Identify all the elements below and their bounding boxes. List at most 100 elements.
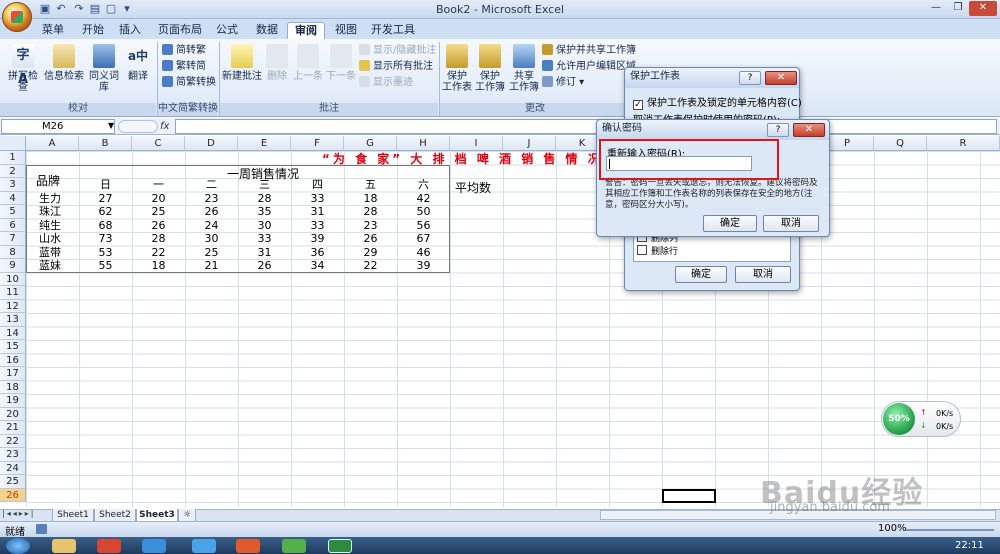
- office-button[interactable]: [2, 2, 32, 32]
- chrome-taskbar-icon[interactable]: [236, 539, 260, 553]
- row-header-20[interactable]: 20: [0, 407, 26, 421]
- open-icon[interactable]: ▤: [88, 2, 102, 16]
- row-header-18[interactable]: 18: [0, 380, 26, 394]
- show-all-comments-button[interactable]: 显示所有批注: [359, 60, 433, 74]
- thesaurus-button[interactable]: 同义词库: [85, 44, 123, 96]
- protect-cancel-button[interactable]: 取消: [735, 266, 791, 283]
- confirm-ok-button[interactable]: 确定: [703, 215, 757, 232]
- active-cell[interactable]: [662, 489, 716, 503]
- column-header-h[interactable]: H: [397, 136, 450, 151]
- zoom-level[interactable]: 100%: [878, 523, 907, 534]
- track-changes-button[interactable]: 修订 ▾: [542, 76, 584, 90]
- row-header-22[interactable]: 22: [0, 434, 26, 448]
- macro-record-icon[interactable]: [36, 524, 47, 534]
- row-header-3[interactable]: 3: [0, 178, 26, 192]
- protect-dialog-help-button[interactable]: ?: [739, 71, 761, 85]
- tab-page-layout[interactable]: 页面布局: [155, 22, 205, 39]
- spell-check-button[interactable]: 字A 拼写检查: [4, 44, 42, 96]
- tab-view[interactable]: 视图: [331, 22, 361, 39]
- tab-developer[interactable]: 开发工具: [368, 22, 418, 39]
- tab-formulas[interactable]: 公式: [212, 22, 242, 39]
- row-header-14[interactable]: 14: [0, 326, 26, 340]
- undo-icon[interactable]: ↶: [54, 2, 68, 16]
- row-header-24[interactable]: 24: [0, 461, 26, 475]
- delete-comment-button[interactable]: 删除: [263, 44, 291, 96]
- row-header-8[interactable]: 8: [0, 245, 26, 259]
- app2-taskbar-icon[interactable]: [282, 539, 306, 553]
- row-header-21[interactable]: 21: [0, 421, 26, 435]
- zoom-slider[interactable]: [906, 529, 994, 531]
- row-header-16[interactable]: 16: [0, 353, 26, 367]
- column-header-d[interactable]: D: [185, 136, 238, 151]
- next-comment-button[interactable]: 下一条: [325, 44, 357, 96]
- redo-icon[interactable]: ↷: [72, 2, 86, 16]
- column-header-r[interactable]: R: [927, 136, 1000, 151]
- tab-menu[interactable]: 菜单: [38, 22, 68, 39]
- name-box-dropdown-icon[interactable]: ▼: [108, 121, 114, 130]
- row-header-9[interactable]: 9: [0, 259, 26, 273]
- column-header-b[interactable]: B: [79, 136, 132, 151]
- name-box[interactable]: M26: [1, 119, 115, 134]
- app-taskbar-icon[interactable]: [192, 539, 216, 553]
- allow-edit-ranges-button[interactable]: 允许用户编辑区域: [542, 60, 636, 74]
- row-header-6[interactable]: 6: [0, 218, 26, 232]
- prev-comment-button[interactable]: 上一条: [292, 44, 324, 96]
- protect-share-button[interactable]: 保护并共享工作簿: [542, 44, 636, 58]
- formula-input[interactable]: [175, 119, 997, 134]
- row-header-12[interactable]: 12: [0, 299, 26, 313]
- explorer-taskbar-icon[interactable]: [52, 539, 76, 553]
- row-header-26[interactable]: 26: [0, 488, 26, 502]
- option-delete-rows[interactable]: 删除行: [637, 244, 678, 257]
- new-doc-icon[interactable]: ▢: [104, 2, 118, 16]
- share-workbook-button[interactable]: 共享 工作簿: [508, 44, 540, 96]
- row-header-1[interactable]: 1: [0, 151, 26, 165]
- protect-dialog-close-button[interactable]: ✕: [765, 71, 797, 85]
- row-header-19[interactable]: 19: [0, 394, 26, 408]
- column-header-j[interactable]: J: [503, 136, 556, 151]
- show-hide-comment-button[interactable]: 显示/隐藏批注: [359, 44, 436, 58]
- column-header-a[interactable]: A: [26, 136, 79, 151]
- confirm-dialog-close-button[interactable]: ✕: [793, 123, 825, 137]
- column-header-i[interactable]: I: [450, 136, 503, 151]
- column-header-g[interactable]: G: [344, 136, 397, 151]
- column-header-q[interactable]: Q: [874, 136, 927, 151]
- row-header-2[interactable]: 2: [0, 164, 26, 178]
- row-header-15[interactable]: 15: [0, 340, 26, 354]
- ie-taskbar-icon[interactable]: [142, 539, 166, 553]
- confirm-dialog-help-button[interactable]: ?: [767, 123, 789, 137]
- row-header-7[interactable]: 7: [0, 232, 26, 246]
- select-all-corner[interactable]: [0, 136, 26, 151]
- tab-data[interactable]: 数据: [252, 22, 282, 39]
- tab-home[interactable]: 开始: [78, 22, 108, 39]
- confirm-cancel-button[interactable]: 取消: [763, 215, 819, 232]
- convert-button[interactable]: 简繁转换: [162, 76, 216, 90]
- row-header-23[interactable]: 23: [0, 448, 26, 462]
- column-header-f[interactable]: F: [291, 136, 344, 151]
- translate-button[interactable]: a中 翻译: [124, 44, 152, 96]
- show-ink-button[interactable]: 显示墨迹: [359, 76, 413, 90]
- protect-sheet-button[interactable]: 保护 工作表: [442, 44, 472, 96]
- tab-insert[interactable]: 插入: [115, 22, 145, 39]
- new-comment-button[interactable]: 新建批注: [222, 44, 262, 96]
- excel-taskbar-icon[interactable]: [328, 539, 352, 553]
- media-taskbar-icon[interactable]: [97, 539, 121, 553]
- protect-lock-checkbox[interactable]: ✓ 保护工作表及锁定的单元格内容(C): [633, 94, 802, 110]
- save-icon[interactable]: ▣: [38, 2, 52, 16]
- protect-workbook-button[interactable]: 保护 工作簿: [474, 44, 506, 96]
- minimize-button[interactable]: —: [926, 1, 946, 16]
- row-header-11[interactable]: 11: [0, 286, 26, 300]
- row-header-25[interactable]: 25: [0, 475, 26, 489]
- start-button[interactable]: [6, 538, 30, 554]
- row-header-13[interactable]: 13: [0, 313, 26, 327]
- research-button[interactable]: 信息检索: [44, 44, 84, 96]
- restore-button[interactable]: ❐: [948, 1, 968, 16]
- row-header-17[interactable]: 17: [0, 367, 26, 381]
- row-header-4[interactable]: 4: [0, 191, 26, 205]
- to-traditional-button[interactable]: 简转繁: [162, 44, 206, 58]
- column-header-e[interactable]: E: [238, 136, 291, 151]
- protect-ok-button[interactable]: 确定: [675, 266, 727, 283]
- row-header-5[interactable]: 5: [0, 205, 26, 219]
- row-header-10[interactable]: 10: [0, 272, 26, 286]
- qat-dropdown-icon[interactable]: ▾: [120, 2, 134, 16]
- sheet-nav-arrows-icon[interactable]: |◂◂▸▸|: [2, 509, 35, 518]
